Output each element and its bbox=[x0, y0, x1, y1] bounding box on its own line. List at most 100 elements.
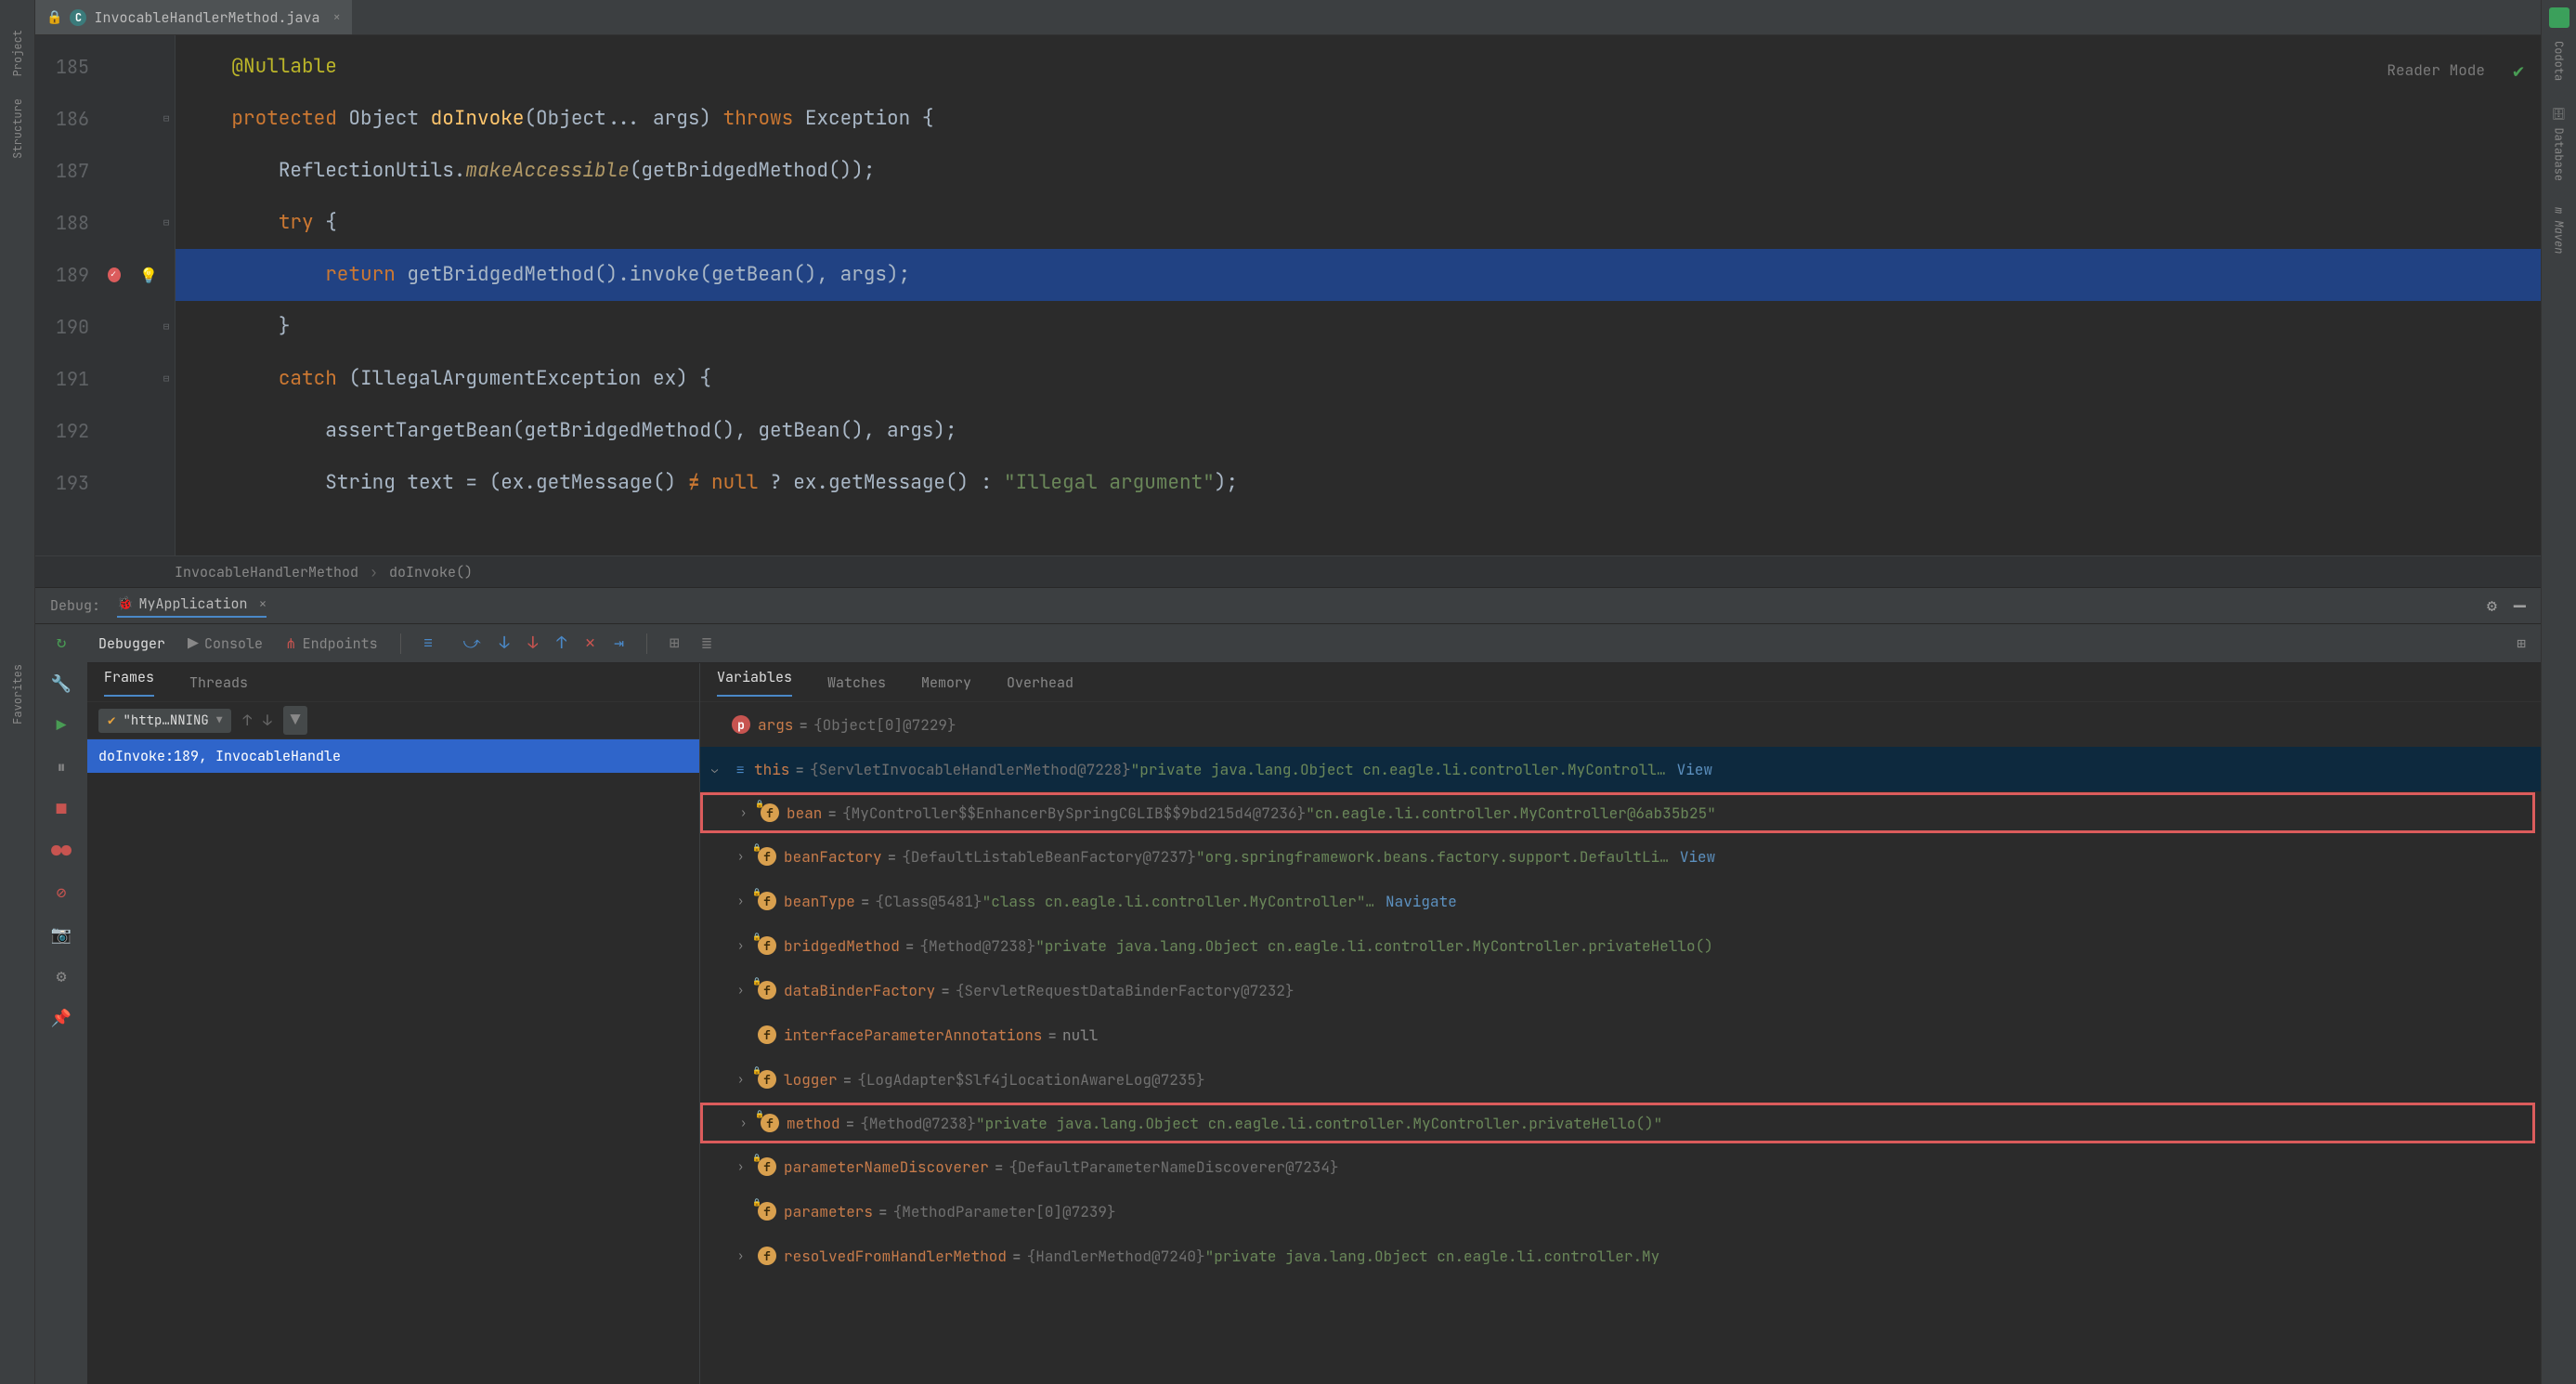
fold-icon[interactable]: ⊟ bbox=[163, 320, 170, 333]
bug-icon: 🐞 bbox=[117, 595, 133, 612]
file-tab-name: InvocableHandlerMethod.java bbox=[94, 8, 319, 27]
tab-memory[interactable]: Memory bbox=[921, 673, 971, 692]
inspections-icon[interactable]: ✔ bbox=[2513, 45, 2524, 97]
view-link[interactable]: View bbox=[1677, 760, 1712, 779]
breadcrumb-class[interactable]: InvocableHandlerMethod bbox=[175, 563, 358, 581]
project-tool[interactable]: Project bbox=[10, 19, 25, 87]
field-icon: f bbox=[758, 1247, 776, 1265]
field-icon: f bbox=[758, 1157, 776, 1176]
layout-settings-icon[interactable]: ⊞ bbox=[2517, 633, 2526, 653]
evaluate-icon[interactable]: ⊞ bbox=[670, 633, 680, 654]
view-link[interactable]: Navigate bbox=[1386, 892, 1457, 911]
stop-icon[interactable]: ■ bbox=[57, 799, 67, 820]
tab-variables[interactable]: Variables bbox=[717, 668, 792, 697]
variable-row[interactable]: ≡this={ServletInvocableHandlerMethod@722… bbox=[700, 747, 2541, 791]
thread-selector[interactable]: ✔ "http…NNING ▼ bbox=[98, 709, 231, 733]
tab-threads[interactable]: Threads bbox=[189, 673, 248, 692]
variable-row[interactable]: fmethod={Method@7238} "private java.lang… bbox=[700, 1103, 2535, 1143]
variable-row[interactable]: fparameters={MethodParameter[0]@7239} bbox=[700, 1189, 2541, 1234]
fold-icon[interactable]: ⊟ bbox=[163, 372, 170, 385]
breakpoints-icon[interactable]: ●● bbox=[51, 841, 72, 862]
show-execution-icon[interactable]: ≡ bbox=[423, 633, 434, 654]
maven-tool[interactable]: m Maven bbox=[2552, 200, 2567, 261]
tab-debugger[interactable]: Debugger bbox=[98, 634, 165, 653]
fold-icon[interactable]: ⊟ bbox=[163, 216, 170, 229]
breadcrumb[interactable]: InvocableHandlerMethod › doInvoke() bbox=[35, 555, 2541, 587]
variable-row[interactable]: fparameterNameDiscoverer={DefaultParamet… bbox=[700, 1144, 2541, 1189]
codota-icon[interactable] bbox=[2549, 7, 2569, 28]
step-out-icon[interactable]: ↑ bbox=[556, 633, 566, 654]
tab-endpoints[interactable]: ⋔Endpoints bbox=[285, 634, 378, 653]
debug-config-tab[interactable]: 🐞 MyApplication × bbox=[117, 594, 267, 618]
step-over-icon[interactable]: ⤻ bbox=[462, 633, 480, 654]
breadcrumb-method[interactable]: doInvoke() bbox=[389, 563, 473, 581]
camera-icon[interactable]: 📷 bbox=[51, 924, 72, 946]
reader-mode-label[interactable]: Reader Mode bbox=[2387, 45, 2485, 97]
codota-tool[interactable]: Codota bbox=[2552, 33, 2567, 88]
trace-icon[interactable]: ≣ bbox=[702, 633, 712, 654]
expand-icon[interactable] bbox=[711, 762, 724, 777]
mute-breakpoints-icon[interactable]: ⊘ bbox=[57, 882, 67, 904]
prev-frame-icon[interactable]: ↑ bbox=[242, 711, 252, 730]
view-link[interactable]: View bbox=[1680, 847, 1715, 867]
expand-icon[interactable] bbox=[737, 1159, 750, 1174]
variable-row[interactable]: fbeanType={Class@5481} "class cn.eagle.l… bbox=[700, 879, 2541, 923]
tab-frames[interactable]: Frames bbox=[104, 668, 154, 697]
tab-overhead[interactable]: Overhead bbox=[1007, 673, 1073, 692]
variable-row[interactable]: fbridgedMethod={Method@7238} "private ja… bbox=[700, 923, 2541, 968]
endpoints-icon: ⋔ bbox=[285, 634, 297, 653]
breakpoint-icon[interactable] bbox=[108, 268, 121, 282]
field-icon: f bbox=[758, 981, 776, 999]
stack-frame[interactable]: doInvoke:189, InvocableHandle bbox=[87, 739, 699, 773]
variable-row[interactable]: pargs={Object[0]@7229} bbox=[700, 702, 2541, 747]
database-tool[interactable]: 🗄 Database bbox=[2552, 99, 2567, 189]
variable-row[interactable]: fdataBinderFactory={ServletRequestDataBi… bbox=[700, 968, 2541, 1012]
close-tab-icon[interactable]: × bbox=[332, 9, 340, 26]
pin-icon[interactable]: 📌 bbox=[51, 1008, 72, 1029]
expand-icon[interactable] bbox=[737, 849, 750, 864]
expand-icon[interactable] bbox=[740, 805, 753, 820]
filter-icon[interactable]: ▼ bbox=[283, 706, 308, 735]
expand-icon[interactable] bbox=[737, 983, 750, 998]
settings-icon[interactable]: ⚙ bbox=[57, 966, 67, 987]
rerun-icon[interactable]: ↻ bbox=[57, 632, 67, 653]
left-toolbar: Project Structure Favorites bbox=[0, 0, 35, 1384]
file-tab[interactable]: 🔒 C InvocableHandlerMethod.java × bbox=[35, 0, 352, 34]
variables-panel: Variables Watches Memory Overhead pargs=… bbox=[700, 663, 2541, 1384]
force-step-into-icon[interactable]: ↓ bbox=[528, 633, 539, 654]
structure-tool[interactable]: Structure bbox=[10, 87, 25, 170]
debug-label: Debug: bbox=[50, 596, 100, 615]
variable-row[interactable]: flogger={LogAdapter$Slf4jLocationAwareLo… bbox=[700, 1057, 2541, 1102]
favorites-tool[interactable]: Favorites bbox=[10, 653, 25, 736]
expand-icon[interactable] bbox=[740, 1116, 753, 1130]
tab-console[interactable]: Console bbox=[188, 634, 263, 653]
expand-icon[interactable] bbox=[737, 1248, 750, 1263]
expand-icon[interactable] bbox=[737, 1072, 750, 1087]
expand-icon[interactable] bbox=[737, 938, 750, 953]
lock-icon: 🔒 bbox=[46, 9, 62, 26]
variable-row[interactable]: fresolvedFromHandlerMethod={HandlerMetho… bbox=[700, 1234, 2541, 1278]
minimize-icon[interactable]: — bbox=[2514, 593, 2526, 620]
editor: 185 186 187 188 189 190 191 192 193 💡 bbox=[35, 35, 2541, 555]
next-frame-icon[interactable]: ↓ bbox=[263, 711, 272, 730]
resume-icon[interactable]: ▶ bbox=[57, 715, 67, 737]
variable-row[interactable]: finterfaceParameterAnnotations=null bbox=[700, 1012, 2541, 1057]
field-icon: f bbox=[758, 847, 776, 866]
expand-icon[interactable] bbox=[737, 894, 750, 908]
breadcrumb-sep: › bbox=[370, 563, 378, 581]
bulb-icon[interactable]: 💡 bbox=[139, 266, 158, 285]
variable-row[interactable]: fbean={MyController$$EnhancerBySpringCGL… bbox=[700, 792, 2535, 833]
drop-frame-icon[interactable]: ✕ bbox=[585, 633, 595, 654]
tab-watches[interactable]: Watches bbox=[827, 673, 886, 692]
pause-icon[interactable]: ⏸ bbox=[58, 757, 66, 778]
variable-row[interactable]: fbeanFactory={DefaultListableBeanFactory… bbox=[700, 834, 2541, 879]
fold-icon[interactable]: ⊟ bbox=[163, 112, 170, 125]
run-to-cursor-icon[interactable]: ⇥ bbox=[614, 633, 624, 654]
fold-gutter: ⊟ ⊟ ⊟ ⊟ bbox=[158, 35, 175, 555]
object-icon: ≡ bbox=[732, 761, 748, 777]
step-into-icon[interactable]: ↓ bbox=[500, 633, 510, 654]
wrench-icon[interactable]: 🔧 bbox=[51, 673, 72, 695]
code-area[interactable]: Reader Mode ✔ @Nullable protected Object… bbox=[176, 35, 2541, 555]
gear-icon[interactable]: ⚙ bbox=[2487, 595, 2497, 617]
field-icon: f bbox=[758, 1202, 776, 1221]
